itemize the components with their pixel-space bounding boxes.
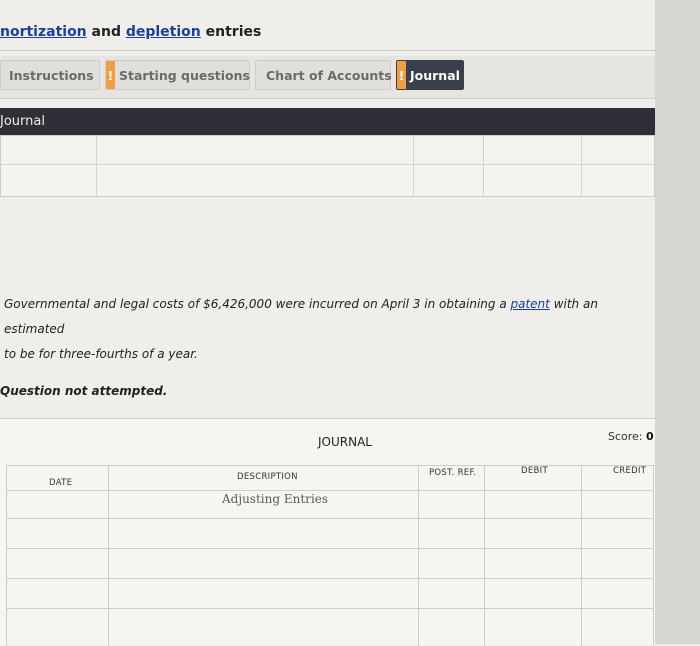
page-title: nortization and depletion entries [0, 24, 261, 40]
tab-label: Chart of Accounts [266, 68, 392, 83]
page: nortization and depletion entries Instru… [0, 0, 655, 646]
section-header: Journal [0, 108, 655, 135]
patent-link[interactable]: patent [511, 297, 550, 311]
warning-icon: ! [106, 61, 115, 89]
tab-label: Starting questions [119, 68, 250, 83]
title-link-amortization[interactable]: nortization [0, 24, 87, 40]
tab-starting-questions[interactable]: ! Starting questions [105, 60, 250, 90]
title-bar: nortization and depletion entries [0, 14, 655, 51]
tab-journal[interactable]: ! Journal [396, 60, 464, 90]
score: Score: 0 [608, 430, 654, 443]
screen-edge [655, 0, 700, 644]
score-value: 0 [646, 430, 654, 443]
column-header-date: DATE [49, 478, 73, 488]
journal-panel: JOURNAL Score: 0 DATE DESCRIPTION POST. … [0, 418, 655, 646]
tab-bar: Instructions ! Starting questions Chart o… [0, 56, 655, 99]
title-rest: entries [200, 24, 262, 40]
tab-chart-of-accounts[interactable]: Chart of Accounts [255, 60, 392, 90]
column-header-credit: CREDIT [613, 466, 647, 476]
title-link-depletion[interactable]: depletion [126, 24, 201, 40]
column-header-description: DESCRIPTION [237, 472, 298, 482]
journal-title: JOURNAL [318, 435, 372, 449]
tab-instructions[interactable]: Instructions [0, 60, 100, 90]
journal-table: DATE DESCRIPTION POST. REF. DEBIT CREDIT… [6, 465, 654, 646]
column-header-post-ref: POST. REF. [429, 468, 477, 478]
description-hint[interactable]: Adjusting Entries [222, 492, 328, 506]
question-text: Governmental and legal costs of $6,426,0… [4, 297, 598, 361]
question-status: Question not attempted. [0, 384, 168, 398]
journal-preview-grid [0, 135, 655, 197]
tab-label: Journal [410, 68, 460, 83]
warning-icon: ! [397, 61, 406, 89]
tab-label: Instructions [9, 68, 94, 83]
column-header-debit: DEBIT [521, 466, 548, 476]
section-title: Journal [0, 114, 45, 129]
title-and: and [86, 24, 126, 40]
